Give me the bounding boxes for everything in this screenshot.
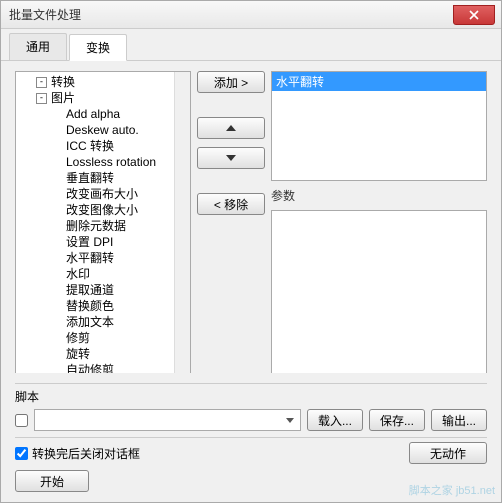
- content-area: -转换 -图片 Add alpha Deskew auto. ICC 转换 Lo…: [1, 61, 501, 416]
- chevron-down-icon: [226, 155, 236, 161]
- tree-root: -转换 -图片 Add alpha Deskew auto. ICC 转换 Lo…: [18, 74, 188, 406]
- tree-leaf[interactable]: 水印: [18, 266, 188, 282]
- tree-leaf[interactable]: 改变画布大小: [18, 186, 188, 202]
- close-after-checkbox[interactable]: [15, 447, 28, 460]
- start-row: 开始: [15, 470, 487, 492]
- list-item[interactable]: 水平翻转: [272, 72, 486, 91]
- tree-leaf[interactable]: 提取通道: [18, 282, 188, 298]
- move-up-button[interactable]: [197, 117, 265, 139]
- titlebar: 批量文件处理: [1, 1, 501, 29]
- separator: [15, 437, 487, 438]
- tree-leaf[interactable]: 垂直翻转: [18, 170, 188, 186]
- add-button[interactable]: 添加 >: [197, 71, 265, 93]
- dialog-window: 批量文件处理 通用 变换 -转换 -图片 Add alpha Deskew au…: [0, 0, 502, 503]
- tree-leaf[interactable]: 水平翻转: [18, 250, 188, 266]
- tree-leaf[interactable]: 修剪: [18, 330, 188, 346]
- move-down-button[interactable]: [197, 147, 265, 169]
- chevron-up-icon: [226, 125, 236, 131]
- transfer-buttons: 添加 > < 移除: [197, 71, 265, 406]
- close-icon: [469, 10, 479, 20]
- tree-leaf[interactable]: Add alpha: [18, 106, 188, 122]
- selected-actions-list[interactable]: 水平翻转: [271, 71, 487, 181]
- tree-node-transform[interactable]: -转换: [18, 74, 188, 90]
- script-enable-checkbox[interactable]: [15, 414, 28, 427]
- tree-leaf[interactable]: 设置 DPI: [18, 234, 188, 250]
- close-after-row: 转换完后关闭对话框 无动作: [15, 442, 487, 464]
- collapse-icon[interactable]: -: [36, 93, 47, 104]
- tree-leaf[interactable]: Lossless rotation: [18, 154, 188, 170]
- script-label: 脚本: [15, 388, 487, 405]
- tree-node-image[interactable]: -图片: [18, 90, 188, 106]
- tree-leaf[interactable]: 添加文本: [18, 314, 188, 330]
- tab-strip: 通用 变换: [1, 29, 501, 61]
- export-button[interactable]: 输出...: [431, 409, 487, 431]
- chevron-down-icon: [282, 412, 298, 428]
- load-button[interactable]: 载入...: [307, 409, 363, 431]
- separator: [15, 383, 487, 384]
- tree-leaf[interactable]: 旋转: [18, 346, 188, 362]
- right-column: 水平翻转 参数: [271, 71, 487, 406]
- transform-tree[interactable]: -转换 -图片 Add alpha Deskew auto. ICC 转换 Lo…: [15, 71, 191, 406]
- script-combo[interactable]: [34, 409, 301, 431]
- tree-leaf[interactable]: 改变图像大小: [18, 202, 188, 218]
- expand-icon[interactable]: -: [36, 77, 47, 88]
- remove-button[interactable]: < 移除: [197, 193, 265, 215]
- save-button[interactable]: 保存...: [369, 409, 425, 431]
- start-button[interactable]: 开始: [15, 470, 89, 492]
- tab-general[interactable]: 通用: [9, 33, 67, 60]
- tree-leaf[interactable]: ICC 转换: [18, 138, 188, 154]
- bottom-panel: 脚本 载入... 保存... 输出... 转换完后关闭对话框 无动作 开始: [1, 373, 501, 502]
- noaction-button[interactable]: 无动作: [409, 442, 487, 464]
- tree-leaf[interactable]: 替换颜色: [18, 298, 188, 314]
- tab-transform[interactable]: 变换: [69, 34, 127, 61]
- params-label: 参数: [271, 187, 487, 204]
- tree-scrollbar[interactable]: [174, 72, 190, 405]
- close-after-label[interactable]: 转换完后关闭对话框: [15, 445, 140, 462]
- close-button[interactable]: [453, 5, 495, 25]
- window-title: 批量文件处理: [9, 6, 81, 23]
- tree-leaf[interactable]: 删除元数据: [18, 218, 188, 234]
- tree-leaf[interactable]: Deskew auto.: [18, 122, 188, 138]
- script-row: 载入... 保存... 输出...: [15, 409, 487, 431]
